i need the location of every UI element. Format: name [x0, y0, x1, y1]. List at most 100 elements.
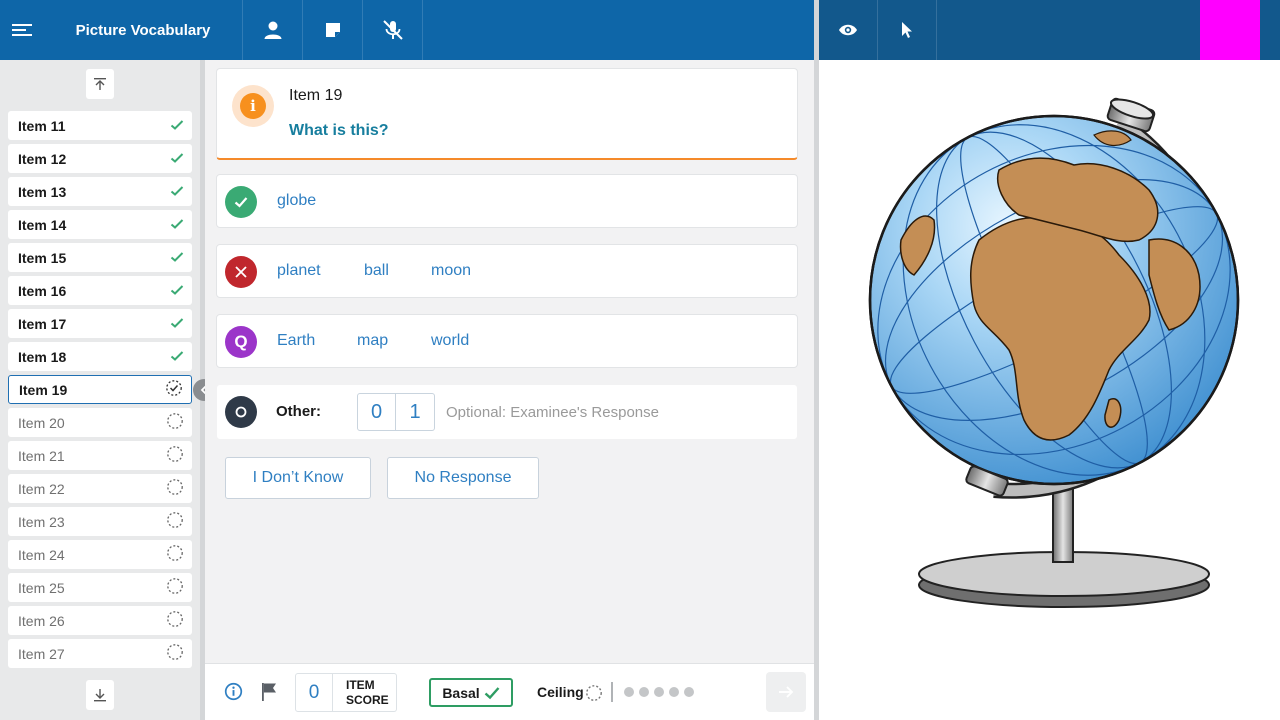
correct-response[interactable]: globe: [277, 192, 316, 210]
globe-image: [868, 97, 1240, 608]
info-circle-icon: [224, 682, 243, 701]
sidebar-item[interactable]: Item 16: [8, 276, 192, 305]
top-bar-left: Picture Vocabulary: [0, 0, 814, 60]
sidebar-item[interactable]: Item 21: [8, 441, 192, 470]
check-icon: [484, 686, 500, 699]
sidebar-item-label: Item 19: [19, 381, 68, 398]
sidebar-item[interactable]: Item 20: [8, 408, 192, 437]
item-score-label-line2: SCORE: [346, 693, 389, 707]
sidebar-item-label: Item 11: [18, 117, 66, 134]
sidebar-item[interactable]: Item 23: [8, 507, 192, 536]
sidebar-item-label: Item 21: [18, 447, 65, 464]
other-label: Other:: [276, 403, 321, 420]
sidebar-item[interactable]: Item 27: [8, 639, 192, 668]
score-1-button[interactable]: 1: [396, 393, 435, 431]
no-response-button[interactable]: No Response: [387, 457, 539, 499]
ceiling-dot: [624, 687, 634, 697]
check-icon: [170, 118, 184, 134]
flag-button[interactable]: [260, 682, 278, 707]
sidebar-item[interactable]: Item 15: [8, 243, 192, 272]
mic-off-button[interactable]: [363, 0, 423, 60]
sidebar-item-label: Item 20: [18, 414, 65, 431]
color-block: [1200, 0, 1260, 60]
check-icon: [170, 151, 184, 167]
pending-icon: [166, 511, 184, 532]
info-button[interactable]: [224, 682, 243, 706]
sidebar-item[interactable]: Item 14: [8, 210, 192, 239]
arrow-right-icon: [779, 686, 794, 698]
sidebar-item-label: Item 16: [18, 282, 67, 299]
pending-icon: [166, 643, 184, 664]
info-icon: i: [240, 93, 266, 119]
ceiling-separator: [611, 682, 613, 702]
examinee-response-input[interactable]: [446, 402, 786, 422]
item-title: Item 19: [289, 87, 343, 104]
check-icon: [170, 250, 184, 266]
view-button[interactable]: [819, 0, 878, 60]
sidebar-item-label: Item 22: [18, 480, 65, 497]
ceiling-dot: [639, 687, 649, 697]
check-icon: [170, 316, 184, 332]
sidebar-item[interactable]: Item 18: [8, 342, 192, 371]
sidebar-item[interactable]: Item 24: [8, 540, 192, 569]
pending-icon: [166, 478, 184, 499]
incorrect-response[interactable]: ball: [364, 262, 389, 280]
check-icon: [170, 217, 184, 233]
sidebar-item[interactable]: Item 25: [8, 573, 192, 602]
stimulus-panel: [819, 60, 1280, 720]
pending-icon: [166, 412, 184, 433]
incorrect-response[interactable]: moon: [431, 262, 471, 280]
sidebar-item[interactable]: Item 11: [8, 111, 192, 140]
query-response[interactable]: map: [357, 332, 388, 350]
sidebar-item-label: Item 27: [18, 645, 65, 662]
in-progress-icon: [165, 379, 183, 400]
pointer-icon: [902, 22, 912, 38]
item-list: Item 11 Item 12 Item 13 Item 14 Item 15 Item …: [8, 111, 192, 678]
dont-know-button[interactable]: I Don’t Know: [225, 457, 371, 499]
other-icon: [225, 396, 257, 428]
basal-badge: Basal: [429, 678, 513, 707]
person-icon: [264, 21, 281, 39]
sidebar-item-label: Item 25: [18, 579, 65, 596]
note-icon: [325, 23, 340, 37]
next-item-button[interactable]: [766, 672, 806, 712]
ceiling-dot: [669, 687, 679, 697]
ceiling-dot: [654, 687, 664, 697]
sidebar-item[interactable]: Item 17: [8, 309, 192, 338]
pointer-button[interactable]: [878, 0, 937, 60]
sidebar-item[interactable]: Item 19: [8, 375, 192, 404]
item-prompt: What is this?: [289, 122, 389, 139]
sidebar-item[interactable]: Item 13: [8, 177, 192, 206]
sidebar-item[interactable]: Item 12: [8, 144, 192, 173]
pending-icon: [166, 610, 184, 631]
item-score-value: 0: [295, 673, 333, 712]
notes-button[interactable]: [303, 0, 363, 60]
correct-icon: [225, 186, 257, 218]
pending-icon: [166, 544, 184, 565]
sidebar-item-label: Item 23: [18, 513, 65, 530]
scroll-top-button[interactable]: [86, 69, 114, 99]
scroll-top-icon: [94, 78, 106, 90]
pending-icon: [166, 445, 184, 466]
sidebar-item[interactable]: Item 26: [8, 606, 192, 635]
query-icon: Q: [225, 326, 257, 358]
score-0-button[interactable]: 0: [357, 393, 396, 431]
ceiling-label: Ceiling: [537, 684, 584, 700]
ceiling-dot: [684, 687, 694, 697]
item-score-label-line1: ITEM: [346, 678, 375, 692]
examinee-button[interactable]: [243, 0, 303, 60]
query-response[interactable]: Earth: [277, 332, 315, 350]
check-icon: [170, 283, 184, 299]
ceiling-pending-icon: [585, 684, 603, 707]
basal-label: Basal: [442, 684, 480, 701]
sidebar-item-label: Item 17: [18, 315, 67, 332]
question-card: [216, 68, 798, 160]
incorrect-response[interactable]: planet: [277, 262, 321, 280]
query-response[interactable]: world: [431, 332, 469, 350]
scroll-bottom-button[interactable]: [86, 680, 114, 710]
info-badge: i: [232, 85, 274, 127]
menu-button[interactable]: [0, 0, 44, 60]
sidebar-item[interactable]: Item 22: [8, 474, 192, 503]
sidebar-item-label: Item 18: [18, 348, 67, 365]
sidebar-item-label: Item 24: [18, 546, 65, 563]
